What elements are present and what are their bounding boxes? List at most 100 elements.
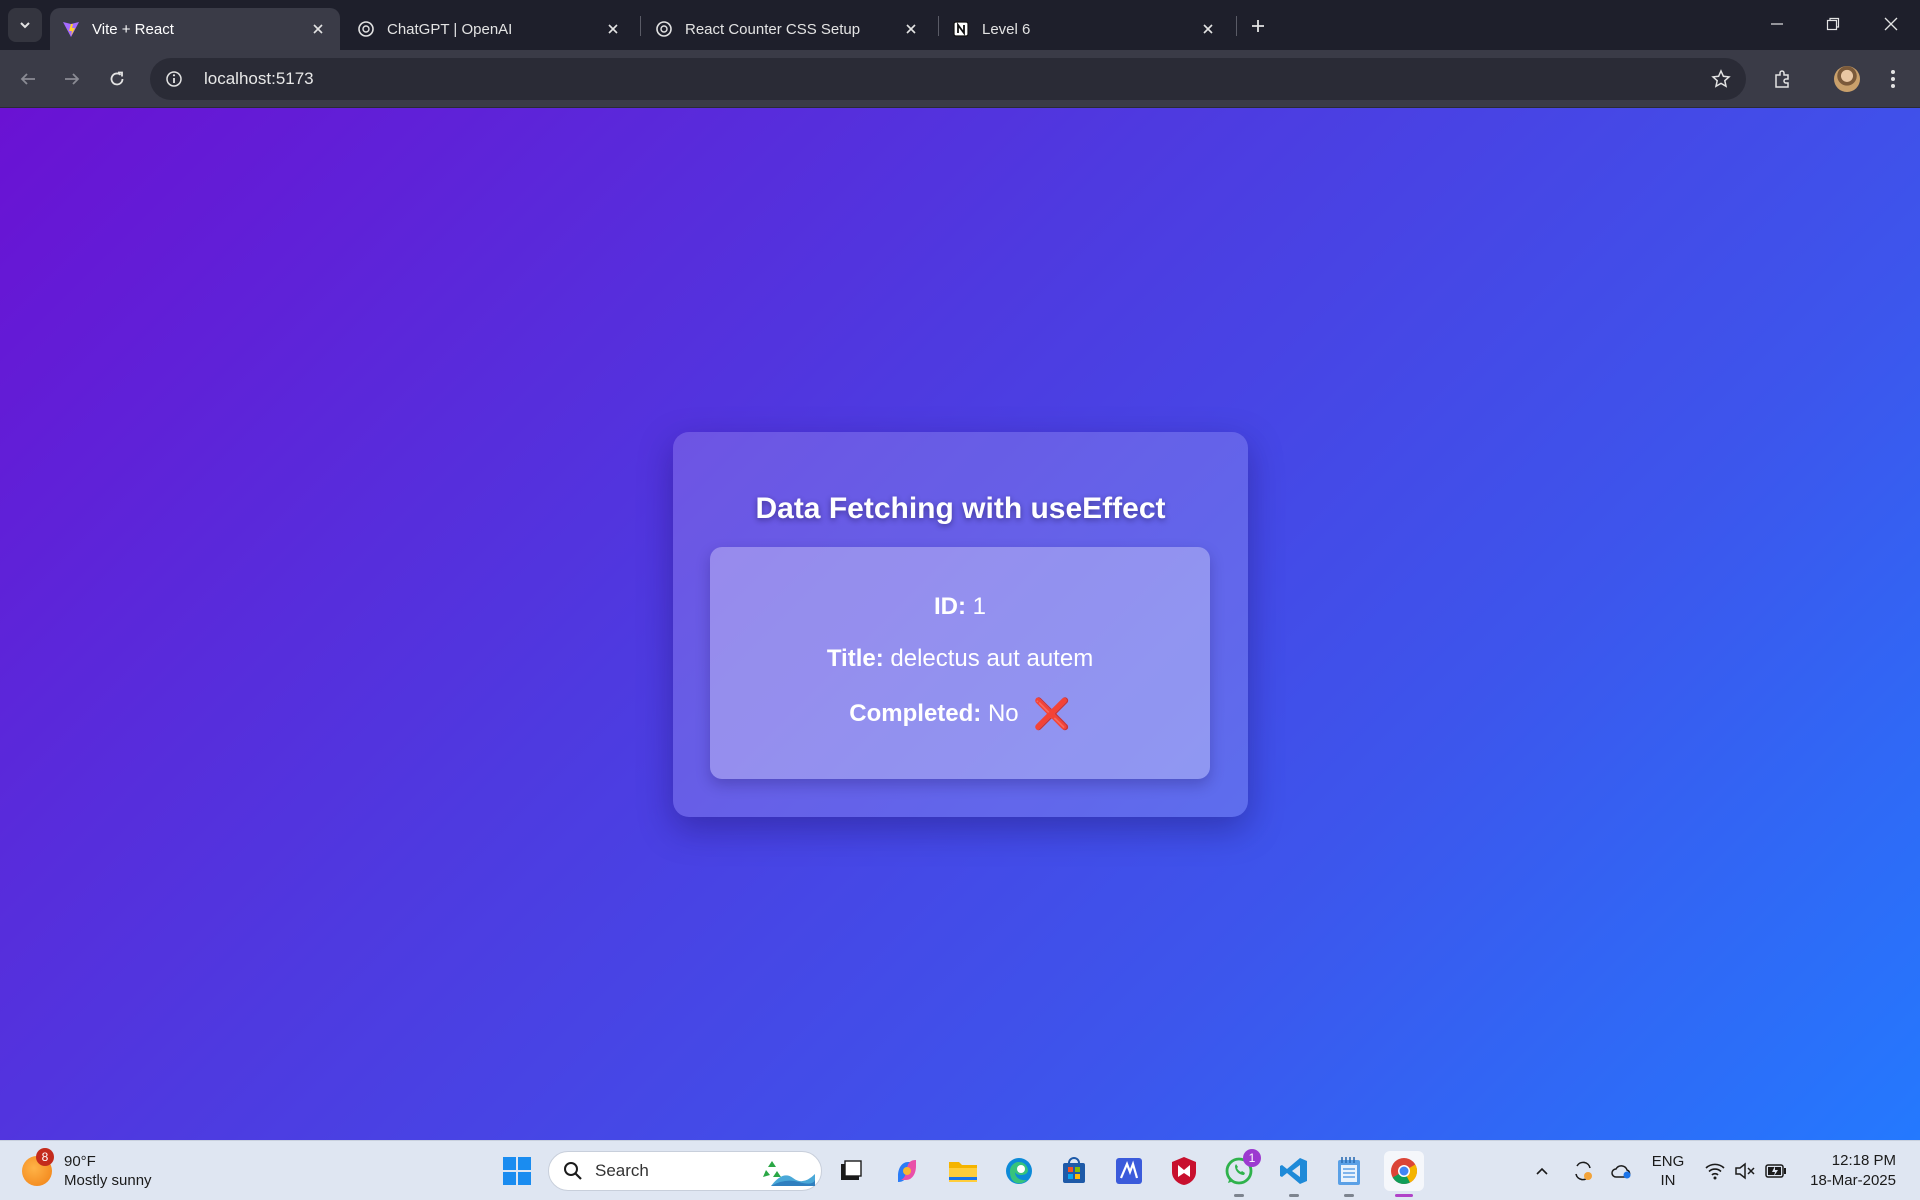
- weather-temp: 90°F: [64, 1153, 96, 1170]
- sync-icon: [1575, 1161, 1592, 1181]
- windows-taskbar: 8 90°F Mostly sunny Search 1 ENG IN 12:1…: [0, 1140, 1920, 1200]
- chrome-icon: [1391, 1158, 1418, 1184]
- language-line2: IN: [1660, 1172, 1676, 1189]
- tab-title: ChatGPT | OpenAI: [387, 20, 513, 38]
- copilot-icon: [898, 1160, 916, 1182]
- puzzle-icon: [1775, 70, 1789, 88]
- page-viewport: Data Fetching with useEffect ID: 1 Title…: [0, 108, 1920, 1140]
- new-tab-button[interactable]: [1244, 12, 1272, 40]
- close-icon[interactable]: [603, 19, 623, 39]
- store-button[interactable]: [1054, 1151, 1094, 1191]
- restore-icon: [1826, 17, 1840, 31]
- forward-button[interactable]: [56, 63, 88, 95]
- tab-search-button[interactable]: [8, 8, 42, 42]
- tab-react-counter[interactable]: React Counter CSS Setup: [643, 8, 933, 50]
- page-title: Data Fetching with useEffect: [755, 492, 1166, 525]
- cloud-icon: [1611, 1165, 1631, 1179]
- site-info-icon[interactable]: [158, 63, 190, 95]
- kebab-menu-icon: [1891, 70, 1895, 88]
- close-icon[interactable]: [1198, 19, 1218, 39]
- reload-button[interactable]: [101, 63, 133, 95]
- language-indicator[interactable]: ENG IN: [1648, 1151, 1688, 1191]
- onedrive-tray-button[interactable]: [1607, 1151, 1637, 1191]
- tab-vite-react[interactable]: Vite + React: [50, 8, 340, 50]
- task-view-icon: [841, 1160, 862, 1180]
- file-explorer-button[interactable]: [943, 1151, 983, 1191]
- plus-icon: [1252, 20, 1264, 32]
- chrome-button[interactable]: [1384, 1151, 1424, 1197]
- vscode-button[interactable]: [1274, 1151, 1314, 1197]
- close-icon: [1884, 17, 1898, 31]
- editor-app-button[interactable]: [1109, 1151, 1149, 1191]
- folder-icon: [949, 1162, 977, 1182]
- volume-tray-button[interactable]: [1732, 1151, 1758, 1191]
- tab-chatgpt[interactable]: ChatGPT | OpenAI: [345, 8, 635, 50]
- battery-charging-icon: [1765, 1164, 1786, 1178]
- browser-tabstrip: Vite + React ChatGPT | OpenAI React Coun…: [0, 0, 1920, 50]
- tab-level-6[interactable]: Level 6: [940, 8, 1230, 50]
- id-row: ID: 1: [710, 593, 1210, 621]
- menu-button[interactable]: [1877, 63, 1909, 95]
- mcafee-shield-icon: [1172, 1157, 1196, 1185]
- address-bar[interactable]: localhost:5173: [150, 58, 1746, 100]
- back-button[interactable]: [12, 63, 44, 95]
- bookmark-star-icon[interactable]: [1710, 68, 1732, 90]
- close-icon[interactable]: [308, 19, 328, 39]
- edge-button[interactable]: [999, 1151, 1039, 1191]
- minimize-button[interactable]: [1754, 4, 1800, 44]
- clock-time: 12:18 PM: [1831, 1152, 1896, 1169]
- volume-muted-icon: [1735, 1162, 1755, 1180]
- mcafee-button[interactable]: [1164, 1151, 1204, 1191]
- search-placeholder: Search: [595, 1161, 649, 1180]
- vite-icon: [62, 20, 80, 38]
- tab-title: React Counter CSS Setup: [685, 20, 861, 38]
- editor-app-icon: [1116, 1158, 1142, 1184]
- arrow-left-icon: [20, 73, 35, 85]
- restore-button[interactable]: [1810, 4, 1856, 44]
- close-window-button[interactable]: [1868, 4, 1914, 44]
- system-clock[interactable]: 12:18 PM 18-Mar-2025: [1810, 1151, 1896, 1191]
- task-view-button[interactable]: [831, 1151, 871, 1191]
- windows-logo-icon: [503, 1157, 531, 1185]
- tab-separator: [938, 16, 939, 36]
- extensions-button[interactable]: [1766, 63, 1798, 95]
- title-value: delectus aut autem: [890, 645, 1094, 672]
- browser-toolbar: localhost:5173: [0, 50, 1920, 108]
- tab-title: Level 6: [982, 20, 1031, 38]
- landscape-icon: [771, 1174, 815, 1186]
- wifi-icon: [1705, 1163, 1725, 1180]
- data-card: Data Fetching with useEffect ID: 1 Title…: [673, 432, 1248, 817]
- vscode-icon: [1280, 1158, 1307, 1184]
- close-icon[interactable]: [901, 19, 921, 39]
- start-button[interactable]: [497, 1151, 537, 1191]
- cross-mark-icon: ❌: [1033, 698, 1071, 731]
- url-text: localhost:5173: [204, 69, 314, 88]
- tab-separator: [640, 16, 641, 36]
- copilot-button[interactable]: [887, 1151, 927, 1191]
- taskbar-search[interactable]: Search: [548, 1151, 822, 1191]
- profile-button[interactable]: [1831, 63, 1863, 95]
- edge-icon: [1006, 1158, 1032, 1184]
- minimize-icon: [1771, 23, 1783, 25]
- reload-icon: [110, 71, 124, 86]
- id-label: ID:: [933, 593, 966, 620]
- running-indicator: [1289, 1194, 1299, 1197]
- wifi-tray-button[interactable]: [1702, 1151, 1728, 1191]
- battery-tray-button[interactable]: [1762, 1151, 1790, 1191]
- store-icon: [1063, 1157, 1085, 1183]
- notification-badge: 8: [36, 1148, 54, 1166]
- show-hidden-icons-button[interactable]: [1528, 1151, 1556, 1191]
- notepad-icon: [1338, 1157, 1360, 1185]
- arrow-right-icon: [65, 73, 80, 85]
- tab-title: Vite + React: [92, 20, 174, 38]
- clock-date: 18-Mar-2025: [1810, 1172, 1896, 1189]
- notion-icon: [952, 20, 970, 38]
- notepad-button[interactable]: [1329, 1151, 1369, 1197]
- running-indicator: [1234, 1194, 1244, 1197]
- sync-tray-button[interactable]: [1568, 1151, 1598, 1191]
- completed-label: Completed:: [849, 700, 982, 727]
- chevron-up-icon: [1536, 1167, 1548, 1175]
- weather-widget[interactable]: 8 90°F Mostly sunny: [22, 1148, 152, 1193]
- sun-icon: 8: [22, 1148, 54, 1186]
- whatsapp-button[interactable]: 1: [1219, 1149, 1261, 1197]
